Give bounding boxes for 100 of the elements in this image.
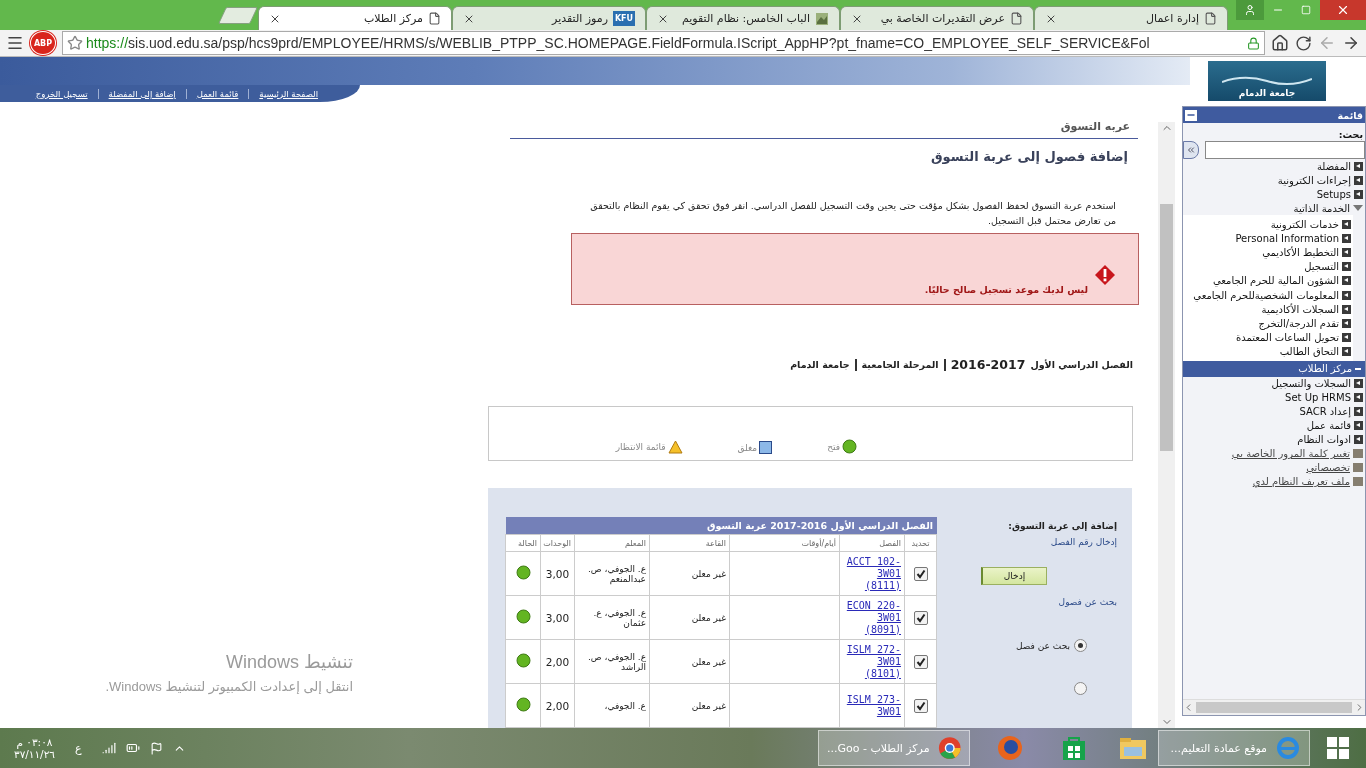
flag-icon[interactable] xyxy=(149,741,163,755)
closed-status-icon xyxy=(759,441,773,454)
menu-item-label[interactable]: Personal Information xyxy=(1235,232,1339,244)
nav-link[interactable]: تسجيل الخروج xyxy=(25,88,98,99)
double-chevron-icon xyxy=(1186,145,1196,155)
nav-link[interactable]: قائمة العمل xyxy=(185,88,249,99)
enter-button[interactable]: إدخال xyxy=(981,567,1047,585)
maximize-icon xyxy=(1301,5,1311,15)
cart-title: الفصل الدراسي الأول 2016-2017 عربة التسوق xyxy=(506,517,937,534)
collapse-button[interactable] xyxy=(1185,109,1197,121)
menu-item-label[interactable]: إعداد SACR xyxy=(1299,406,1351,418)
menu-item-label[interactable]: Set Up HRMS xyxy=(1285,392,1351,404)
search-go-button[interactable] xyxy=(1183,141,1199,159)
menu-item-label[interactable]: التسجيل xyxy=(1304,261,1339,273)
column-header: القاعة xyxy=(649,534,730,552)
search-label: بحث: xyxy=(1337,128,1364,140)
term-name: الفصل الدراسي الأول xyxy=(1030,359,1133,371)
menu-item-label[interactable]: السجلات والتسجيل xyxy=(1271,378,1351,390)
tab-title: الباب الخامس: نظام التقويم xyxy=(682,12,810,25)
menu-item-label[interactable]: الشؤون المالية للحرم الجامعي xyxy=(1212,275,1339,287)
scroll-thumb[interactable] xyxy=(1160,204,1173,451)
menu-item-label[interactable]: المعلومات الشخصيةللحرم الجامعي xyxy=(1193,289,1339,301)
table-cell: غير معلن xyxy=(649,639,730,684)
university-logo: جامعة الدمام xyxy=(1208,61,1326,101)
browser-tab[interactable]: الباب الخامس: نظام التقويم xyxy=(646,6,840,30)
tab-title: مركز الطلاب xyxy=(363,12,423,25)
search-field[interactable] xyxy=(1205,141,1365,159)
link-bullet-icon xyxy=(1353,477,1363,487)
address-field[interactable]: https://sis.uod.edu.sa/psp/hcs9prd/EMPLOYEE/HRMS/s/WEBLIB_PTPP_SC.HOMEPAGE.FieldFormula.IScript_AppHP?pt_fname=CO_EMPLOYEE_SELF_SERVICE&Fol xyxy=(62,31,1265,55)
course-link[interactable]: ISLM 272-3W01 (8101) xyxy=(843,643,901,680)
column-header: الحالة xyxy=(505,534,541,552)
menu-item-label[interactable]: تحويل الساعات المعتمدة xyxy=(1235,332,1339,344)
page-heading: إضافة فصول إلى عربة التسوق xyxy=(929,149,1128,164)
store-icon xyxy=(1062,735,1086,761)
language-indicator[interactable]: ع xyxy=(74,741,82,755)
table-cell: غير معلن xyxy=(649,683,730,728)
menu-item-label[interactable]: إجراءات الكترونية xyxy=(1277,174,1351,186)
waitlist-status-icon xyxy=(667,440,683,454)
clock[interactable]: ٠٣:٠٨ م ٣٧/١١/٢٦ xyxy=(14,736,55,760)
menu-link[interactable]: تخصيصاتي xyxy=(1306,462,1350,474)
link-bullet-icon xyxy=(1353,463,1363,473)
career-name: المرحلة الجامعية xyxy=(861,359,939,371)
course-link[interactable]: ECON 220-3W01 (8091) xyxy=(843,599,901,636)
add-to-cart-label: إضافة إلى عربة التسوق: xyxy=(1007,521,1117,531)
warning-icon xyxy=(1094,264,1116,286)
column-header: تحديد xyxy=(904,534,937,552)
nav-link[interactable]: الصفحة الرئيسية xyxy=(248,88,328,99)
ie-icon xyxy=(1275,735,1301,761)
star-icon[interactable] xyxy=(67,35,83,51)
browser-tab[interactable]: إدارة اعمال xyxy=(1034,6,1228,30)
adblock-button[interactable]: ABP xyxy=(30,31,56,55)
course-link[interactable]: ISLM 273-3W01 xyxy=(843,693,901,718)
intro-text: استخدم عربة التسوق لحفظ الفصول بشكل مؤقت حتى يحين وقت التسجيل للفصل الدراسي. انقر فوق تحقق كي يقوم النظام بالتحقق من تعارض محتمل قبل التسجيل. xyxy=(589,199,1116,228)
tab-title: عرض التقديرات الخاصة بي xyxy=(880,12,1005,25)
checkbox[interactable] xyxy=(913,566,928,581)
radio-label: بحث عن فصل xyxy=(1015,640,1070,651)
nav-link[interactable]: إضافة إلى المفضلة xyxy=(97,88,186,99)
column-header: المعلم xyxy=(574,534,650,552)
vertical-scrollbar[interactable] xyxy=(1158,122,1175,728)
forward-icon[interactable] xyxy=(1342,34,1360,52)
menu-item-label[interactable]: التحاق الطالب xyxy=(1279,346,1339,358)
checkbox[interactable] xyxy=(913,610,928,625)
open-status-icon xyxy=(842,439,857,454)
menu-link[interactable]: ملف تعريف النظام لدي xyxy=(1252,476,1350,488)
menu-item-label[interactable]: خدمات الكترونية xyxy=(1270,218,1339,230)
menu-item-label[interactable]: التخطيط الأكاديمي xyxy=(1262,246,1339,258)
menu-item-label[interactable]: المفضلة xyxy=(1317,160,1351,172)
activation-text: انتقل إلى إعدادت الكمبيوتر لتنشيط Windows. xyxy=(105,679,353,694)
class-search-label: بحث عن فصول xyxy=(1057,597,1117,607)
course-link[interactable]: ACCT 102-3W01 (8111) xyxy=(843,555,901,592)
table-cell: ع. الجوفي، ع. عثمان xyxy=(574,595,650,640)
menu-item-label[interactable]: Setups xyxy=(1316,188,1351,200)
term-year: 2016-2017 xyxy=(950,357,1026,373)
image-icon xyxy=(815,11,829,26)
menu-link[interactable]: تغيير كلمة المرور الخاصة بي xyxy=(1231,448,1350,460)
legend-label: مغلق xyxy=(737,442,758,453)
checkbox[interactable] xyxy=(913,654,928,669)
table-cell: ع. الجوفي، ص. عبدالمنعم xyxy=(574,551,650,596)
menu-item-label[interactable]: الخدمة الذاتية xyxy=(1293,202,1350,214)
home-icon[interactable] xyxy=(1271,34,1289,52)
firefox-icon xyxy=(996,734,1024,762)
table-cell: ع. الجوفي، ص. الراشد xyxy=(574,639,650,684)
table-cell: 2,00 xyxy=(540,639,575,684)
radio-button[interactable] xyxy=(1074,682,1087,695)
column-header: أيام/أوقات xyxy=(729,534,840,552)
user-icon xyxy=(1244,4,1256,16)
signal-icon[interactable] xyxy=(101,741,116,755)
menu-icon[interactable] xyxy=(6,34,24,52)
enter-class-label: إدخال رقم الفصل xyxy=(1049,537,1117,547)
menu-item-label[interactable]: ادوات النظام xyxy=(1297,434,1351,446)
user-button[interactable] xyxy=(1236,0,1264,20)
radio-button[interactable] xyxy=(1074,639,1087,652)
reload-icon[interactable] xyxy=(1295,34,1312,52)
browser-tab[interactable]: عرض التقديرات الخاصة بي xyxy=(840,6,1034,30)
menu-item-label[interactable]: السجلات الأكاديمية xyxy=(1261,303,1339,315)
menu-item-label[interactable]: تقدم الدرجة/التخرج xyxy=(1258,317,1339,329)
checkbox[interactable] xyxy=(913,698,928,713)
menu-item-label[interactable]: قائمة عمل xyxy=(1306,420,1351,432)
browser-tab[interactable]: مركز الطلاب xyxy=(258,6,452,30)
battery-icon[interactable] xyxy=(125,741,140,755)
